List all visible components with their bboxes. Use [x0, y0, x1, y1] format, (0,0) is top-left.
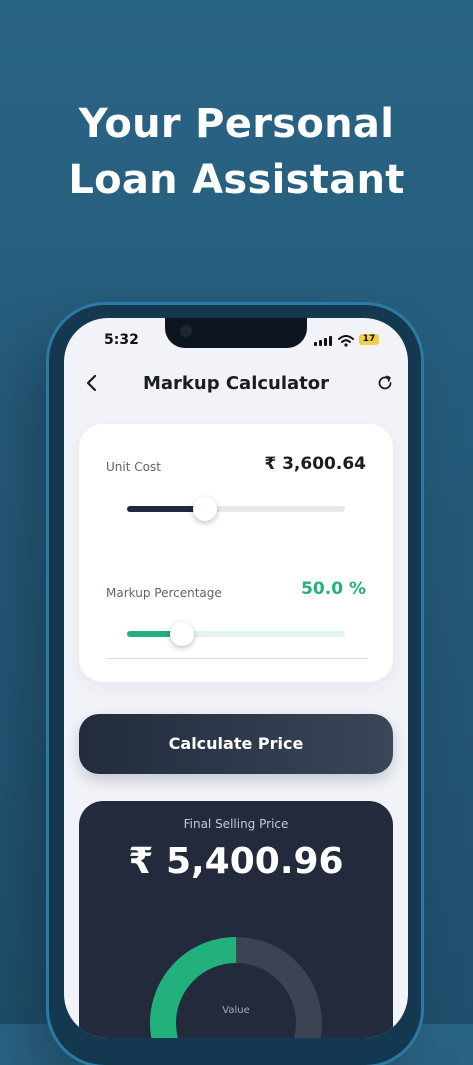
- signal-icon: [314, 336, 332, 346]
- donut-caption: Value: [222, 1005, 250, 1016]
- price-donut-chart: [150, 937, 322, 1038]
- page-title: Markup Calculator: [142, 373, 330, 394]
- input-card: Unit Cost ₹ 3,600.64 Markup Percentage 5…: [79, 424, 393, 682]
- unit-cost-slider-thumb[interactable]: [193, 497, 217, 521]
- camera-icon: [180, 325, 192, 337]
- markup-slider[interactable]: [127, 622, 345, 646]
- unit-cost-label: Unit Cost: [106, 460, 161, 474]
- promo-headline: Your Personal Loan Assistant: [68, 101, 405, 203]
- status-time: 5:32: [104, 332, 139, 348]
- result-label: Final Selling Price: [183, 817, 289, 831]
- markup-value: 50.0 %: [301, 579, 366, 599]
- battery-icon: 17: [359, 334, 379, 345]
- markup-slider-thumb[interactable]: [170, 622, 194, 646]
- final-price-value: ₹ 5,400.96: [128, 841, 344, 882]
- unit-cost-value: ₹ 3,600.64: [264, 454, 366, 474]
- wifi-icon: [338, 335, 354, 347]
- markup-label: Markup Percentage: [106, 586, 222, 600]
- divider: [106, 658, 368, 659]
- result-card: Final Selling Price ₹ 5,400.96 Value: [79, 801, 393, 1038]
- phone-screen: 5:32 17 Markup Calculator Unit Cost ₹ 3,…: [64, 318, 408, 1038]
- unit-cost-slider[interactable]: [127, 497, 345, 521]
- refresh-icon[interactable]: [376, 374, 394, 392]
- calculate-price-button[interactable]: Calculate Price: [79, 714, 393, 774]
